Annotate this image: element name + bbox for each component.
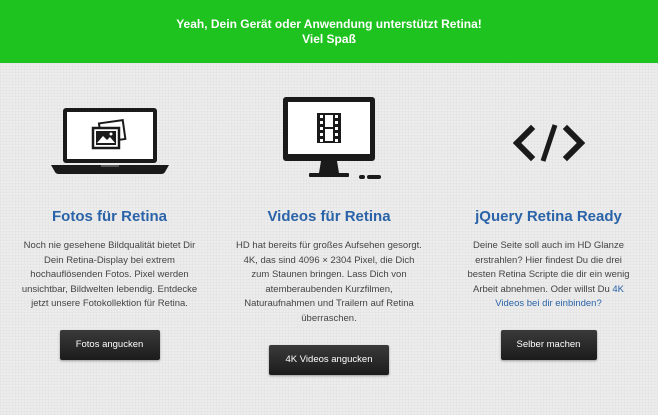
monitor-film-icon: [219, 63, 439, 193]
code-brackets-icon: [439, 63, 658, 193]
retina-support-banner: Yeah, Dein Gerät oder Anwendung unterstü…: [0, 0, 658, 63]
feature-description: Noch nie gesehene Bildqualität bietet Di…: [21, 240, 198, 309]
feature-description: Deine Seite soll auch im HD Glanze erstr…: [461, 239, 637, 312]
view-photos-button[interactable]: Fotos angucken: [59, 330, 160, 360]
banner-line-1: Yeah, Dein Gerät oder Anwendung unterstü…: [176, 17, 482, 31]
banner-line-2: Viel Spaß: [302, 32, 356, 46]
feature-jquery: jQuery Retina Ready Deine Seite soll auc…: [439, 63, 658, 415]
feature-title: jQuery Retina Ready: [475, 208, 622, 225]
do-it-yourself-button[interactable]: Selber machen: [500, 330, 597, 360]
feature-title: Fotos für Retina: [52, 208, 167, 225]
feature-photos: Fotos für Retina Noch nie gesehene Bildq…: [0, 63, 219, 415]
view-4k-videos-button[interactable]: 4K Videos angucken: [269, 345, 389, 375]
feature-description: HD hat bereits für großes Aufsehen gesor…: [236, 240, 422, 324]
feature-title: Videos für Retina: [267, 208, 391, 225]
feature-description-text: Deine Seite soll auch im HD Glanze erstr…: [467, 240, 630, 295]
feature-videos: Videos für Retina HD hat bereits für gro…: [219, 63, 439, 415]
laptop-photo-icon: [0, 63, 219, 193]
